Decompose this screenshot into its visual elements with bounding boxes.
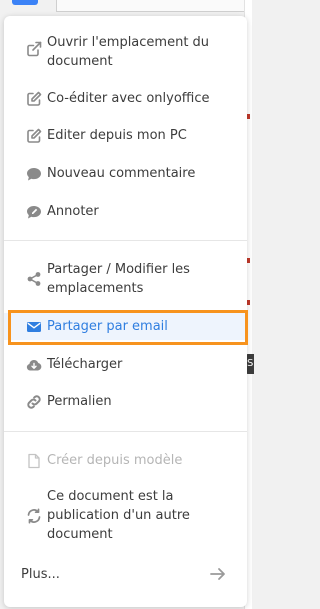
menu-item-coedit-onlyoffice[interactable]: Co-éditer avec onlyoffice (4, 89, 247, 108)
menu-item-label: Annoter (47, 204, 99, 219)
external-link-icon (25, 40, 42, 57)
annotate-icon (25, 203, 42, 220)
menu-item-label: Partager par email (47, 319, 168, 334)
menu-item-label: Permalien (47, 394, 112, 409)
sync-icon (25, 507, 42, 524)
menu-item-label: Créer depuis modèle (47, 453, 183, 468)
menu-separator (4, 240, 247, 241)
menu-item-permalink[interactable]: Permalien (4, 392, 247, 411)
tooltip-fragment: S (246, 354, 254, 374)
menu-item-label: Co-éditer avec onlyoffice (47, 91, 210, 106)
menu-item-more[interactable]: Plus... (4, 565, 247, 584)
menu-separator (4, 431, 247, 432)
menu-item-label: Télécharger (47, 357, 123, 372)
background-marker (247, 114, 250, 119)
more-label: Plus... (21, 567, 60, 582)
menu-item-label: Nouveau commentaire (47, 166, 196, 181)
menu-item-create-from-template: Créer depuis modèle (4, 451, 247, 470)
background-marker (247, 300, 250, 305)
share-icon (25, 270, 42, 287)
background-toolbar (56, 0, 252, 12)
menu-item-new-comment[interactable]: Nouveau commentaire (4, 164, 247, 183)
menu-item-label: Partager / Modifier les emplacements (47, 262, 190, 296)
menu-item-annotate[interactable]: Annoter (4, 202, 247, 221)
menu-item-label: Ce document est la publication d'un autr… (47, 489, 190, 542)
menu-item-share-modify[interactable]: Partager / Modifier les emplacements (4, 260, 247, 298)
menu-item-label: Editer depuis mon PC (47, 128, 187, 143)
menu-item-label: Ouvrir l'emplacement du document (47, 35, 210, 69)
background-tab (12, 0, 38, 5)
link-icon (25, 393, 42, 410)
menu-item-download[interactable]: Télécharger (4, 355, 247, 374)
arrow-right-icon (210, 568, 225, 580)
file-icon (25, 452, 42, 469)
edit-icon (25, 127, 42, 144)
background-marker (247, 258, 250, 263)
edit-icon (25, 90, 42, 107)
envelope-icon (25, 318, 42, 335)
comment-icon (25, 165, 42, 182)
menu-item-edit-from-pc[interactable]: Editer depuis mon PC (4, 126, 247, 145)
file-action-menu: Ouvrir l'emplacement du document Co-édit… (4, 16, 247, 607)
cloud-download-icon (25, 356, 42, 373)
menu-item-share-by-email[interactable]: Partager par email (4, 313, 247, 340)
menu-item-publication-of-other[interactable]: Ce document est la publication d'un autr… (4, 487, 247, 544)
menu-item-open-location[interactable]: Ouvrir l'emplacement du document (4, 33, 247, 71)
